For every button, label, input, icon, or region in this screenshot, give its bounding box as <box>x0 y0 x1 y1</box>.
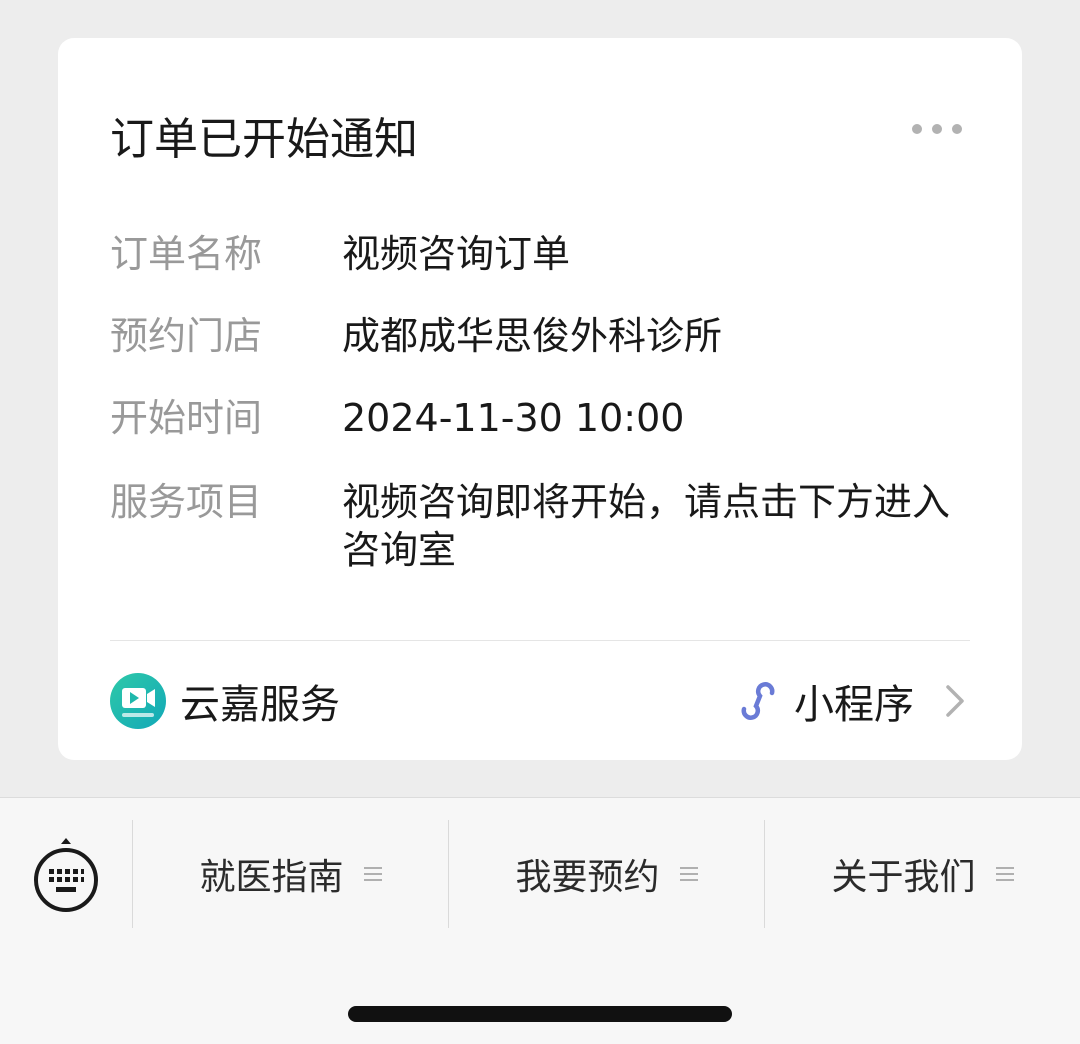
video-camera-icon <box>110 673 166 729</box>
menu-item-label: 就医指南 <box>199 857 344 898</box>
mini-program-link-icon <box>741 682 775 720</box>
app-name: 云嘉服务 <box>180 682 340 728</box>
menu-lines-icon <box>679 867 698 881</box>
menu-item-label: 我要预约 <box>515 857 660 898</box>
row-value: 视频咨询即将开始，请点击下方进入咨询室 <box>342 480 951 572</box>
chat-page: 订单已开始通知 订单名称 视频咨询订单 预约门店 成都成华思俊外科诊所 开始时间… <box>0 0 1080 1044</box>
mini-program-link[interactable]: 小程序 <box>736 672 966 730</box>
row-label: 预约门店 <box>110 314 263 358</box>
menu-item-label: 关于我们 <box>831 857 976 898</box>
menu-lines-icon <box>995 867 1014 881</box>
app-source[interactable]: 云嘉服务 <box>110 672 340 730</box>
menu-item-booking[interactable]: 我要预约 <box>448 820 764 928</box>
home-indicator[interactable] <box>348 1006 732 1022</box>
row-value: 成都成华思俊外科诊所 <box>342 314 723 358</box>
row-label: 服务项目 <box>110 480 263 524</box>
menu-lines-icon <box>363 867 382 881</box>
row-value: 视频咨询订单 <box>342 232 571 276</box>
mini-program-label: 小程序 <box>794 682 914 728</box>
row-value: 2024-11-30 10:00 <box>342 396 685 440</box>
row-label: 开始时间 <box>110 396 263 440</box>
menu-item-about[interactable]: 关于我们 <box>764 820 1080 928</box>
card-title: 订单已开始通知 <box>110 114 418 165</box>
card-divider <box>110 640 970 641</box>
row-label: 订单名称 <box>110 232 263 276</box>
more-options-icon[interactable] <box>912 122 962 136</box>
notification-card[interactable]: 订单已开始通知 订单名称 视频咨询订单 预约门店 成都成华思俊外科诊所 开始时间… <box>58 38 1022 760</box>
menu-item-guide[interactable]: 就医指南 <box>132 820 448 928</box>
chevron-right-icon <box>946 685 964 717</box>
keyboard-icon[interactable] <box>32 836 100 916</box>
